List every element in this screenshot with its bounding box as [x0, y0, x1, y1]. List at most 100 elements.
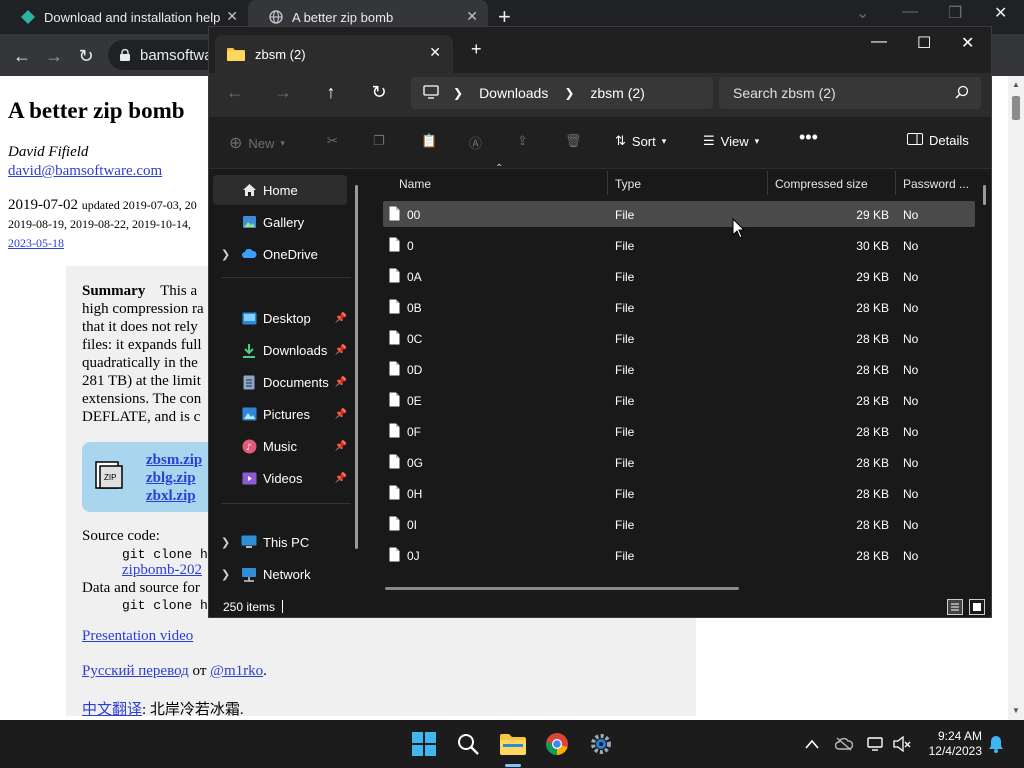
file-explorer-taskbar-icon[interactable] [499, 730, 527, 758]
chevron-up-icon[interactable] [798, 730, 826, 758]
volume-muted-icon[interactable] [888, 730, 916, 758]
network-tray-icon[interactable] [862, 730, 890, 758]
column-divider[interactable] [895, 171, 896, 195]
chrome-icon[interactable] [543, 730, 571, 758]
view-button[interactable]: ☰ View ▾ [703, 133, 759, 149]
update-date-link[interactable]: 2023-05-18 [8, 236, 64, 250]
file-row[interactable]: 0 File 30 KB No [383, 232, 975, 258]
pin-icon[interactable]: 📌 [335, 409, 347, 420]
horizontal-scrollbar[interactable] [385, 587, 739, 590]
minimize-icon[interactable]: — [871, 33, 887, 51]
file-row[interactable]: 00 File 29 KB No [383, 201, 975, 227]
scrollbar-thumb[interactable] [1012, 96, 1020, 120]
file-row[interactable]: 0G File 28 KB No [383, 449, 975, 475]
minimize-icon[interactable]: — [902, 3, 918, 21]
onedrive-tray-icon[interactable] [830, 730, 858, 758]
nav-desktop[interactable]: Desktop 📌 [213, 303, 347, 333]
column-size[interactable]: Compressed size [775, 177, 868, 191]
refresh-icon[interactable]: ↻ [367, 82, 391, 103]
nav-downloads[interactable]: Downloads 📌 [213, 335, 347, 365]
file-row[interactable]: 0J File 28 KB No [383, 542, 975, 568]
rename-icon[interactable]: Ⓐ [469, 133, 482, 152]
column-password[interactable]: Password ... [903, 177, 969, 191]
nav-music[interactable]: ♪ Music 📌 [213, 431, 347, 461]
source-archive-link[interactable]: zipbomb-202 [122, 562, 202, 579]
nav-pane-scrollbar[interactable] [355, 185, 358, 549]
nav-network[interactable]: ❯ Network [213, 559, 347, 589]
pin-icon[interactable]: 📌 [335, 313, 347, 324]
sort-button[interactable]: ⇅ Sort ▾ [615, 133, 666, 149]
page-scrollbar[interactable]: ▲ ▼ [1008, 76, 1024, 720]
cut-icon[interactable]: ✂ [327, 133, 338, 149]
close-window-icon[interactable]: ✕ [994, 3, 1007, 23]
pin-icon[interactable]: 📌 [335, 377, 347, 388]
pin-icon[interactable]: 📌 [335, 441, 347, 452]
close-tab-icon[interactable]: ✕ [429, 44, 441, 61]
settings-gear-icon[interactable] [587, 730, 615, 758]
windows-start-icon[interactable] [410, 730, 438, 758]
nav-pictures[interactable]: Pictures 📌 [213, 399, 347, 429]
pin-icon[interactable]: 📌 [335, 473, 347, 484]
paste-icon[interactable]: 📋 [421, 133, 437, 149]
maximize-icon[interactable]: ☐ [917, 33, 931, 53]
zblg-zip-link[interactable]: zblg.zip [146, 470, 196, 487]
pin-icon[interactable]: 📌 [335, 345, 347, 356]
column-name[interactable]: Name [399, 177, 431, 191]
close-window-icon[interactable]: ✕ [961, 33, 974, 53]
nav-videos[interactable]: Videos 📌 [213, 463, 347, 493]
file-row[interactable]: 0C File 28 KB No [383, 325, 975, 351]
nav-this-pc[interactable]: ❯ This PC [213, 527, 347, 557]
copy-icon[interactable]: ❐ [373, 133, 385, 149]
chinese-translation-link[interactable]: 中文翻译 [82, 702, 142, 718]
zbsm-zip-link[interactable]: zbsm.zip [146, 452, 202, 469]
zbxl-zip-link[interactable]: zbxl.zip [146, 488, 196, 505]
delete-icon[interactable]: 🗑 [565, 133, 582, 149]
column-divider[interactable] [607, 171, 608, 195]
author-email-link[interactable]: david@bamsoftware.com [8, 163, 162, 180]
close-tab-icon[interactable]: ✕ [466, 8, 478, 25]
restore-icon[interactable]: ❐ [948, 3, 962, 23]
back-icon[interactable]: ← [223, 82, 247, 103]
column-divider[interactable] [767, 171, 768, 195]
scroll-down-icon[interactable]: ▼ [1012, 706, 1020, 715]
nav-home[interactable]: Home [213, 175, 347, 205]
nav-gallery[interactable]: Gallery [213, 207, 347, 237]
system-clock[interactable]: 9:24 AM 12/4/2023 [920, 729, 982, 759]
chevron-right-icon[interactable]: ❯ [221, 248, 230, 261]
file-row[interactable]: 0H File 28 KB No [383, 480, 975, 506]
tiles-view-icon[interactable] [969, 599, 985, 615]
breadcrumb-current[interactable]: zbsm (2) [590, 85, 644, 101]
breadcrumb-downloads[interactable]: Downloads [479, 85, 548, 101]
file-row[interactable]: 0A File 29 KB No [383, 263, 975, 289]
new-tab-button[interactable]: + [471, 39, 482, 60]
up-icon[interactable]: ↑ [319, 82, 343, 103]
russian-translation-link[interactable]: Русский перевод [82, 663, 189, 679]
tab-search-icon[interactable]: ⌄ [856, 3, 869, 23]
file-row[interactable]: 0B File 28 KB No [383, 294, 975, 320]
explorer-tab[interactable]: zbsm (2) ✕ [215, 35, 453, 73]
search-icon[interactable] [454, 730, 482, 758]
search-icon[interactable] [955, 85, 969, 102]
chevron-right-icon[interactable]: ❯ [221, 568, 230, 581]
close-tab-icon[interactable]: ✕ [226, 8, 238, 25]
reload-icon[interactable]: ↻ [76, 46, 96, 67]
new-button[interactable]: ⊕ New ▾ [229, 133, 285, 153]
file-row[interactable]: 0I File 28 KB No [383, 511, 975, 537]
search-box[interactable]: Search zbsm (2) [719, 77, 981, 109]
presentation-video-link[interactable]: Presentation video [82, 628, 193, 645]
forward-icon[interactable]: → [44, 46, 64, 67]
breadcrumb[interactable]: ❯ Downloads ❯ zbsm (2) [411, 77, 713, 109]
nav-onedrive[interactable]: ❯ OneDrive [213, 239, 347, 269]
details-button[interactable]: Details [907, 133, 969, 148]
details-view-icon[interactable] [947, 599, 963, 615]
more-options-icon[interactable]: ••• [799, 127, 818, 148]
file-row[interactable]: 0F File 28 KB No [383, 418, 975, 444]
column-type[interactable]: Type [615, 177, 641, 191]
chevron-right-icon[interactable]: ❯ [221, 536, 230, 549]
scroll-up-icon[interactable]: ▲ [1012, 80, 1020, 89]
share-icon[interactable]: ⇪ [517, 133, 528, 149]
vertical-scrollbar[interactable] [983, 185, 986, 205]
file-row[interactable]: 0D File 28 KB No [383, 356, 975, 382]
file-row[interactable]: 0E File 28 KB No [383, 387, 975, 413]
forward-icon[interactable]: → [271, 82, 295, 103]
